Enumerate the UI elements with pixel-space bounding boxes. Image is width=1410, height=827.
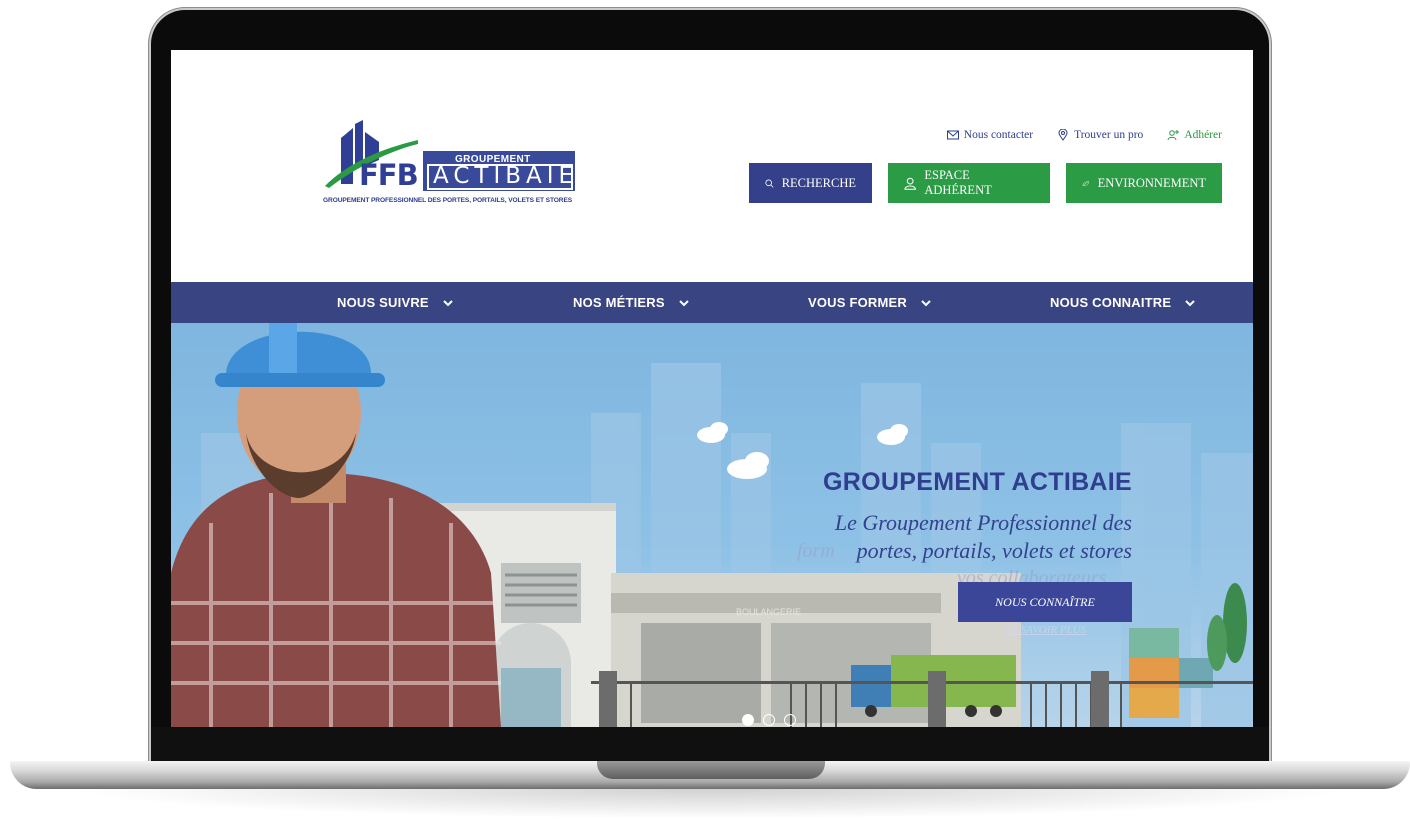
slider-dot[interactable] <box>784 714 796 726</box>
nav-item-label: NOUS CONNAITRE <box>1050 295 1172 310</box>
top-links: Nous contacter Trouver un pro Adhérer <box>946 129 1222 141</box>
envelope-icon <box>946 130 959 140</box>
contact-label: Nous contacter <box>963 129 1034 141</box>
nav-item-nous-connaitre[interactable]: NOUS CONNAITRE <box>1050 282 1195 323</box>
logo-ffb: FFB <box>359 158 419 192</box>
nav-item-label: NOS MÉTIERS <box>573 295 665 310</box>
member-area-button[interactable]: ESPACE ADHÉRENT <box>888 163 1050 203</box>
logo-actibaie: ACTIBAIE <box>433 163 579 189</box>
environment-button-label: ENVIRONNEMENT <box>1097 175 1206 190</box>
join-link[interactable]: Adhérer <box>1167 129 1222 141</box>
slider-dot[interactable] <box>742 714 754 726</box>
environment-button[interactable]: ENVIRONNEMENT <box>1066 163 1222 203</box>
search-button[interactable]: RECHERCHE <box>749 163 872 203</box>
contact-link[interactable]: Nous contacter <box>946 129 1034 141</box>
laptop-notch <box>597 761 825 779</box>
chevron-down-icon <box>1185 299 1195 306</box>
laptop-bezel <box>151 727 1269 763</box>
nav-item-vous-former[interactable]: VOUS FORMER <box>808 282 931 323</box>
nav-item-label: VOUS FORMER <box>808 295 907 310</box>
nav-item-nos-metiers[interactable]: NOS MÉTIERS <box>573 282 689 323</box>
join-label: Adhérer <box>1184 129 1222 141</box>
chevron-down-icon <box>921 299 931 306</box>
worker-illustration <box>171 323 501 727</box>
search-icon <box>765 179 774 188</box>
header-buttons: RECHERCHE ESPACE ADHÉRENT ENVIRONNEMENT <box>749 163 1222 203</box>
hero-slider: BOULANGERIE form vos collaborateurs GROU… <box>171 323 1253 727</box>
chevron-down-icon <box>679 299 689 306</box>
hero-subtitle: Le Groupement Professionnel des portes, … <box>772 509 1132 565</box>
logo-tagline: GROUPEMENT PROFESSIONNEL DES PORTES, POR… <box>323 197 573 204</box>
shop-sign: BOULANGERIE <box>736 607 801 617</box>
slider-dots <box>742 714 796 726</box>
leaf-icon <box>1082 180 1090 186</box>
nav-item-label: NOUS SUIVRE <box>337 295 429 310</box>
hero-title: GROUPEMENT ACTIBAIE <box>823 468 1132 496</box>
user-plus-icon <box>1167 130 1180 141</box>
hero-subtitle-line: portes, portails, volets et stores <box>856 538 1132 563</box>
hero-cta-button[interactable]: NOUS CONNAÎTRE <box>958 582 1132 622</box>
map-pin-icon <box>1058 129 1068 141</box>
main-nav: NOUS SUIVRE NOS MÉTIERS VOUS FORMER NOUS… <box>171 282 1253 323</box>
find-pro-link[interactable]: Trouver un pro <box>1057 129 1143 141</box>
hero-subtitle-line: Le Groupement Professionnel des <box>834 510 1132 535</box>
search-button-label: RECHERCHE <box>781 175 856 190</box>
user-icon <box>904 177 916 190</box>
nav-item-nous-suivre[interactable]: NOUS SUIVRE <box>337 282 453 323</box>
laptop-shadow <box>70 789 1350 819</box>
member-area-button-label: ESPACE ADHÉRENT <box>924 168 992 197</box>
chevron-down-icon <box>443 299 453 306</box>
slider-dot[interactable] <box>763 714 775 726</box>
browser-screen: FFB GROUPEMENT ACTIBAIE GROUPEMENT PROFE… <box>171 50 1253 727</box>
find-pro-label: Trouver un pro <box>1074 129 1144 141</box>
hero-ghost-link: EN SAVOIR PLUS <box>1003 624 1087 636</box>
